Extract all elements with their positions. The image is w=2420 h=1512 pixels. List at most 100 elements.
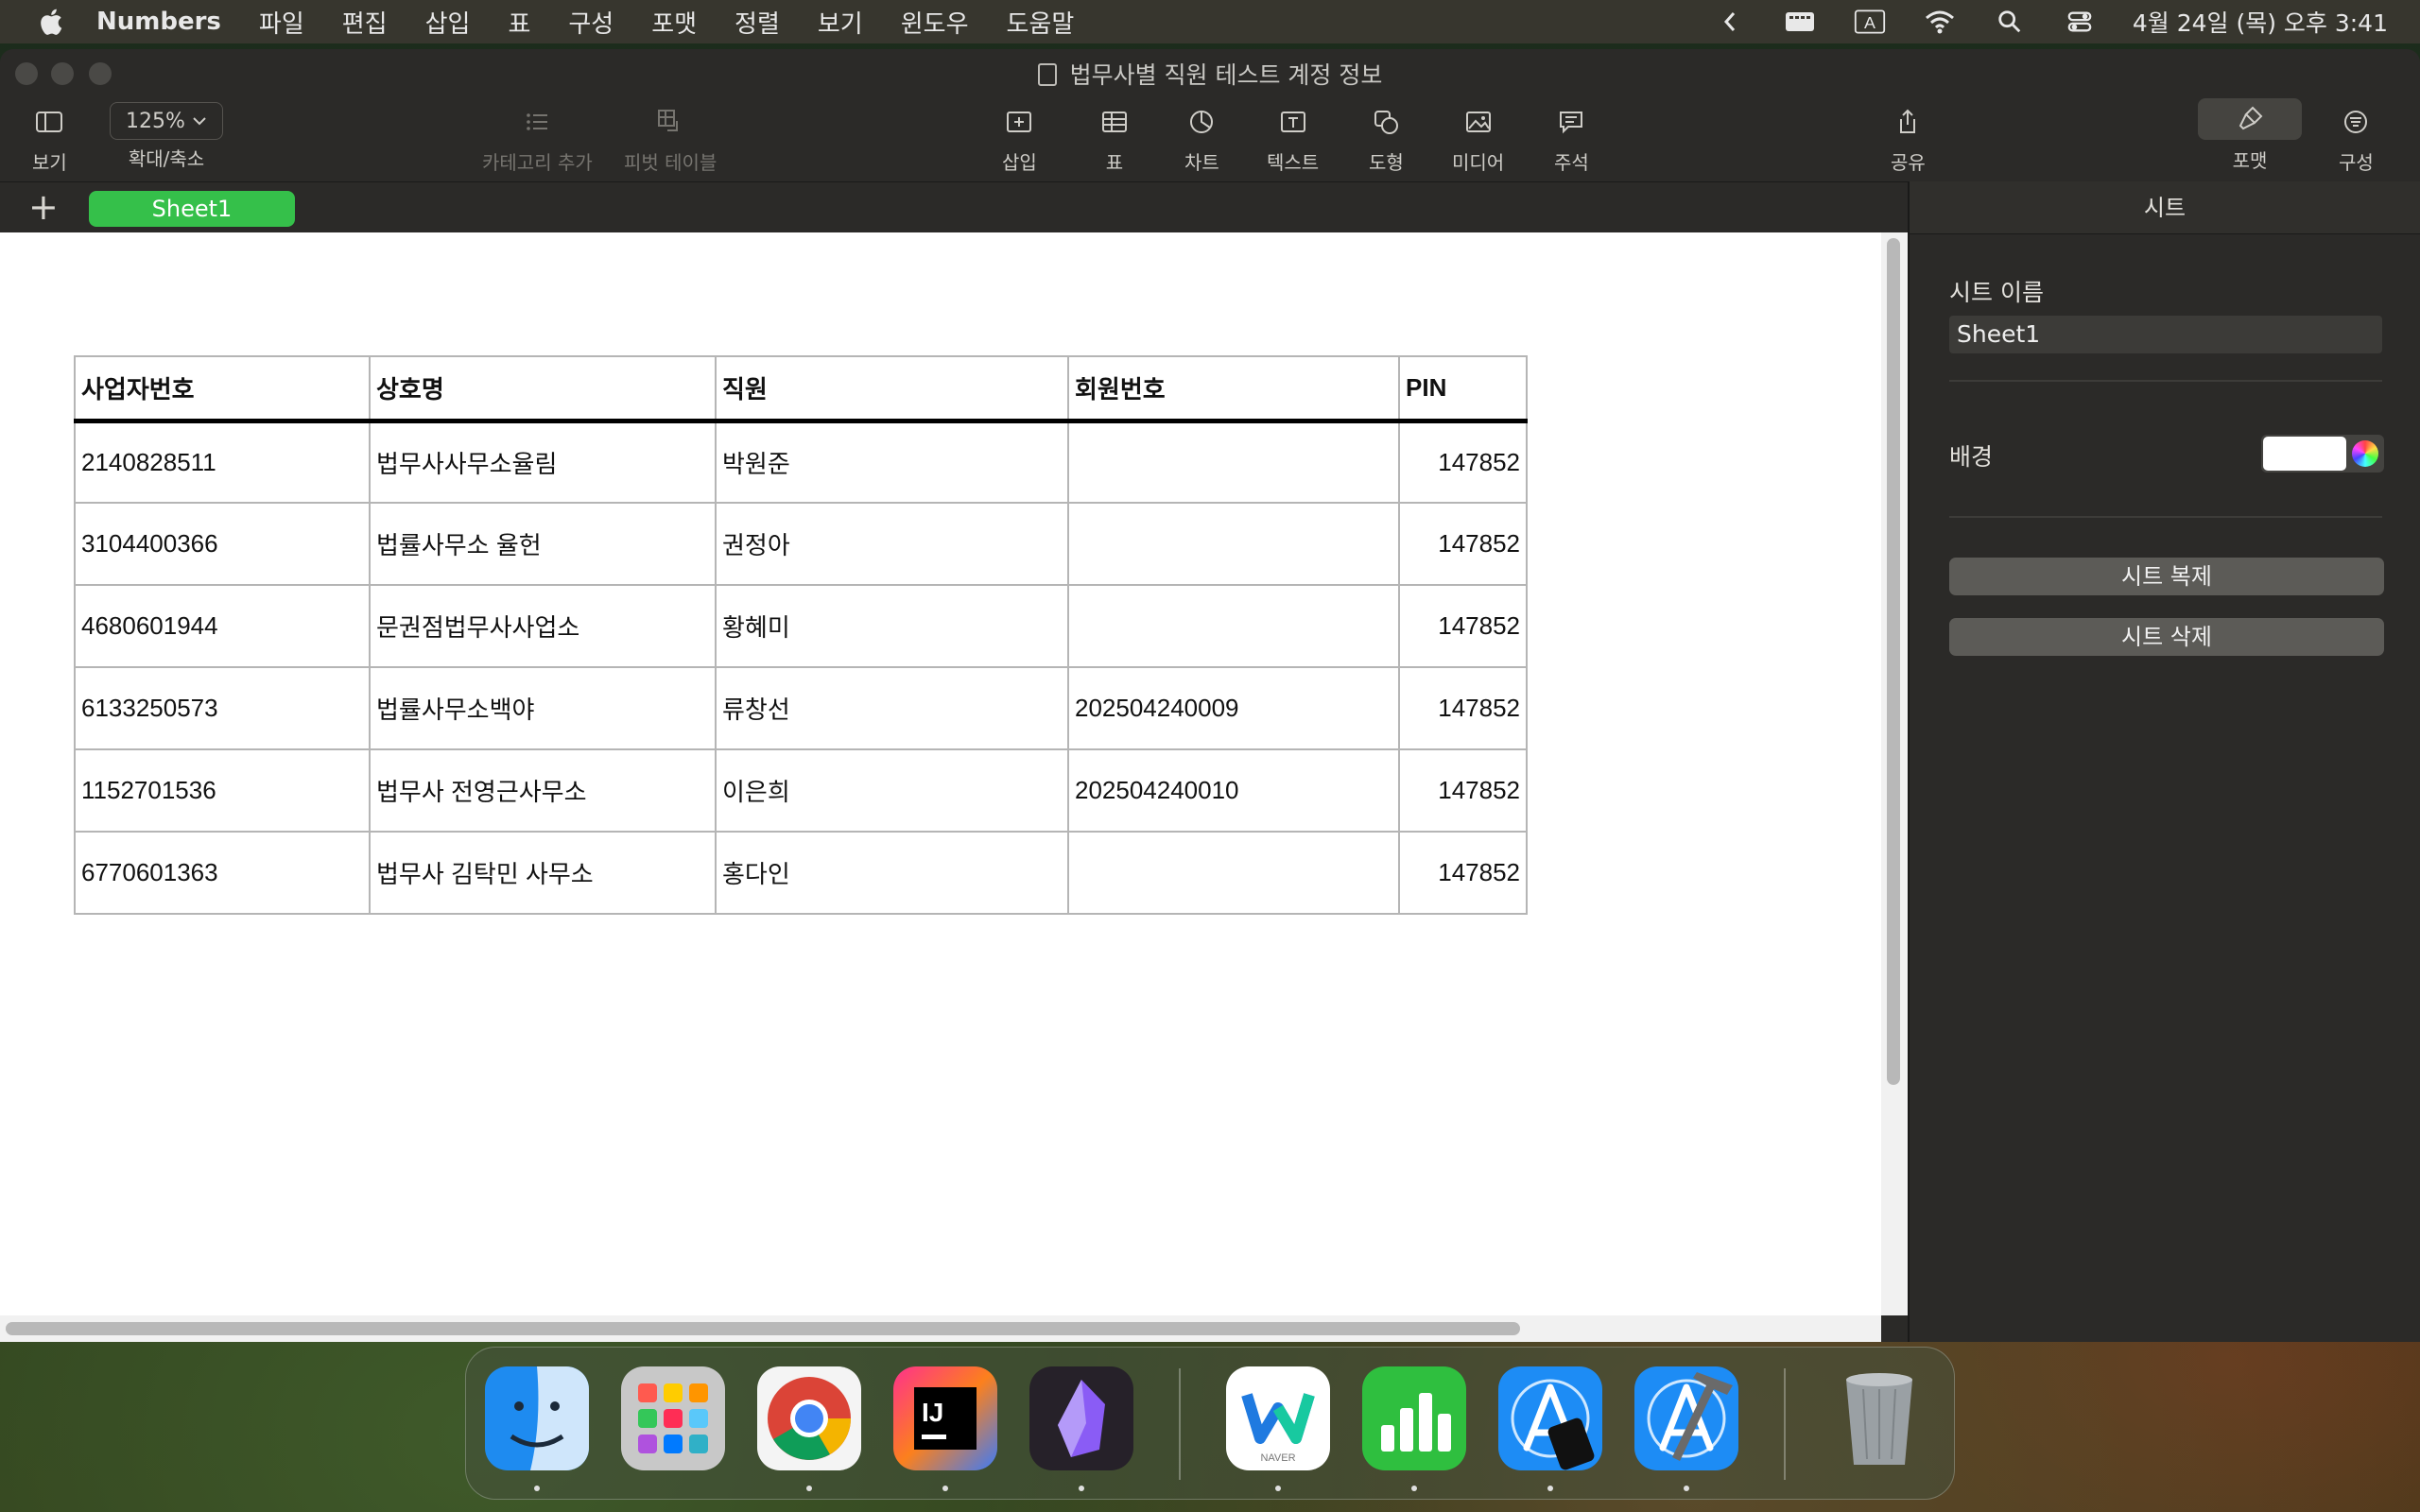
cell-member-number[interactable]: 202504240009 bbox=[1067, 666, 1400, 750]
background-color-well[interactable] bbox=[2261, 435, 2384, 472]
keyboard-brightness-icon[interactable] bbox=[1783, 8, 1817, 36]
cell-member-number[interactable] bbox=[1067, 584, 1400, 668]
cell-business-number[interactable]: 3104400366 bbox=[74, 502, 371, 586]
cell-member-number[interactable] bbox=[1067, 420, 1400, 504]
cell-pin[interactable]: 147852 bbox=[1398, 502, 1528, 586]
cell-employee[interactable]: 이은희 bbox=[715, 748, 1069, 833]
inspector-tab-sheet[interactable]: 시트 bbox=[1910, 181, 2420, 234]
cell-pin[interactable]: 147852 bbox=[1398, 748, 1528, 833]
whale-app-icon[interactable]: NAVER bbox=[1226, 1366, 1330, 1470]
menu-table[interactable]: 표 bbox=[508, 5, 530, 40]
search-icon[interactable] bbox=[1993, 8, 2027, 36]
wifi-icon[interactable] bbox=[1923, 8, 1957, 36]
cell-member-number[interactable] bbox=[1067, 502, 1400, 586]
vertical-scrollbar[interactable] bbox=[1881, 232, 1908, 1315]
sheet-name-input[interactable]: Sheet1 bbox=[1949, 316, 2382, 353]
dock-running-indicator bbox=[1079, 1486, 1084, 1491]
cell-pin[interactable]: 147852 bbox=[1398, 584, 1528, 668]
text-button[interactable]: 텍스트 bbox=[1267, 106, 1319, 175]
apple-menu-icon[interactable] bbox=[36, 7, 64, 37]
cell-pin[interactable]: 147852 bbox=[1398, 666, 1528, 750]
background-color-swatch[interactable] bbox=[2263, 437, 2346, 471]
media-button[interactable]: 미디어 bbox=[1452, 106, 1504, 175]
dock-running-indicator bbox=[1684, 1486, 1689, 1491]
delete-sheet-button[interactable]: 시트 삭제 bbox=[1949, 618, 2384, 656]
menu-view[interactable]: 보기 bbox=[818, 5, 863, 40]
data-table[interactable]: 사업자번호 상호명 직원 회원번호 PIN 2140828511 법무사사무소율… bbox=[74, 355, 1528, 915]
background-label: 배경 bbox=[1949, 443, 1994, 471]
cell-business-number[interactable]: 6770601363 bbox=[74, 831, 371, 915]
comment-button[interactable]: 주석 bbox=[1554, 106, 1589, 175]
add-category-button[interactable]: 카테고리 추가 bbox=[482, 106, 593, 175]
header-member-number[interactable]: 회원번호 bbox=[1067, 355, 1400, 423]
table-button[interactable]: 표 bbox=[1098, 106, 1131, 175]
menu-help[interactable]: 도움말 bbox=[1007, 5, 1075, 40]
insert-button[interactable]: 삽입 bbox=[1002, 106, 1037, 175]
xcode-app-icon[interactable] bbox=[1634, 1366, 1738, 1470]
cell-employee[interactable]: 류창선 bbox=[715, 666, 1069, 750]
cell-member-number[interactable] bbox=[1067, 831, 1400, 915]
cell-employee[interactable]: 권정아 bbox=[715, 502, 1069, 586]
cell-employee[interactable]: 황혜미 bbox=[715, 584, 1069, 668]
organize-button[interactable]: 구성 bbox=[2339, 106, 2374, 175]
duplicate-sheet-button[interactable]: 시트 복제 bbox=[1949, 558, 2384, 595]
header-company-name[interactable]: 상호명 bbox=[369, 355, 717, 423]
sheet-tab-sheet1[interactable]: Sheet1 bbox=[89, 191, 295, 227]
horizontal-scrollbar[interactable] bbox=[0, 1315, 1881, 1342]
obsidian-app-icon[interactable] bbox=[1029, 1366, 1133, 1470]
vertical-scroll-thumb[interactable] bbox=[1887, 238, 1900, 1085]
horizontal-scroll-thumb[interactable] bbox=[6, 1322, 1520, 1335]
cell-company-name[interactable]: 문권점법무사사업소 bbox=[369, 584, 717, 668]
chart-button[interactable]: 차트 bbox=[1184, 106, 1219, 175]
cell-company-name[interactable]: 법무사 전영근사무소 bbox=[369, 748, 717, 833]
menu-edit[interactable]: 편집 bbox=[342, 5, 388, 40]
format-button[interactable]: 포맷 bbox=[2198, 98, 2302, 173]
menu-insert[interactable]: 삽입 bbox=[425, 5, 471, 40]
simulator-app-icon[interactable] bbox=[1498, 1366, 1602, 1470]
cell-pin[interactable]: 147852 bbox=[1398, 831, 1528, 915]
cell-company-name[interactable]: 법무사 김탁민 사무소 bbox=[369, 831, 717, 915]
zoom-control[interactable]: 125% 확대/축소 bbox=[110, 102, 223, 171]
cell-business-number[interactable]: 4680601944 bbox=[74, 584, 371, 668]
launchpad-app-icon[interactable] bbox=[621, 1366, 725, 1470]
cell-employee[interactable]: 박원준 bbox=[715, 420, 1069, 504]
menu-format[interactable]: 포맷 bbox=[651, 5, 697, 40]
cell-company-name[interactable]: 법무사사무소율림 bbox=[369, 420, 717, 504]
chevron-left-icon[interactable] bbox=[1713, 8, 1747, 36]
menu-app-name[interactable]: Numbers bbox=[96, 8, 221, 36]
add-sheet-button[interactable]: + bbox=[28, 188, 59, 226]
shape-button[interactable]: 도형 bbox=[1369, 106, 1404, 175]
cell-member-number[interactable]: 202504240010 bbox=[1067, 748, 1400, 833]
header-employee[interactable]: 직원 bbox=[715, 355, 1069, 423]
header-business-number[interactable]: 사업자번호 bbox=[74, 355, 371, 423]
window-title: 법무사별 직원 테스트 계정 정보 bbox=[0, 57, 2420, 91]
view-button[interactable]: 보기 bbox=[32, 106, 67, 175]
numbers-app-icon[interactable] bbox=[1362, 1366, 1466, 1470]
pivot-table-button[interactable]: 피벗 테이블 bbox=[624, 106, 717, 175]
cell-pin[interactable]: 147852 bbox=[1398, 420, 1528, 504]
cell-company-name[interactable]: 법률사무소 율헌 bbox=[369, 502, 717, 586]
cell-company-name[interactable]: 법률사무소백야 bbox=[369, 666, 717, 750]
menu-window[interactable]: 윈도우 bbox=[901, 5, 969, 40]
cell-business-number[interactable]: 1152701536 bbox=[74, 748, 371, 833]
menu-file[interactable]: 파일 bbox=[259, 5, 304, 40]
comment-icon bbox=[1555, 106, 1587, 138]
input-source-icon[interactable]: A bbox=[1853, 8, 1887, 36]
menu-clock[interactable]: 4월 24일 (목) 오후 3:41 bbox=[2133, 5, 2388, 39]
control-center-icon[interactable] bbox=[2063, 8, 2097, 36]
organize-icon bbox=[2340, 106, 2372, 138]
cell-business-number[interactable]: 2140828511 bbox=[74, 420, 371, 504]
menu-organize[interactable]: 구성 bbox=[568, 5, 614, 40]
cell-business-number[interactable]: 6133250573 bbox=[74, 666, 371, 750]
menu-arrange[interactable]: 정렬 bbox=[735, 5, 780, 40]
header-pin[interactable]: PIN bbox=[1398, 355, 1528, 423]
color-wheel-icon[interactable] bbox=[2352, 440, 2378, 467]
share-button[interactable]: 공유 bbox=[1891, 106, 1926, 175]
cell-employee[interactable]: 홍다인 bbox=[715, 831, 1069, 915]
trash-app-icon[interactable] bbox=[1827, 1366, 1931, 1470]
finder-app-icon[interactable] bbox=[485, 1366, 589, 1470]
zoom-select[interactable]: 125% bbox=[110, 102, 223, 140]
intellij-app-icon[interactable]: IJ bbox=[893, 1366, 997, 1470]
chrome-app-icon[interactable] bbox=[757, 1366, 861, 1470]
sheet-canvas[interactable]: 사업자번호 상호명 직원 회원번호 PIN 2140828511 법무사사무소율… bbox=[0, 232, 1881, 1315]
